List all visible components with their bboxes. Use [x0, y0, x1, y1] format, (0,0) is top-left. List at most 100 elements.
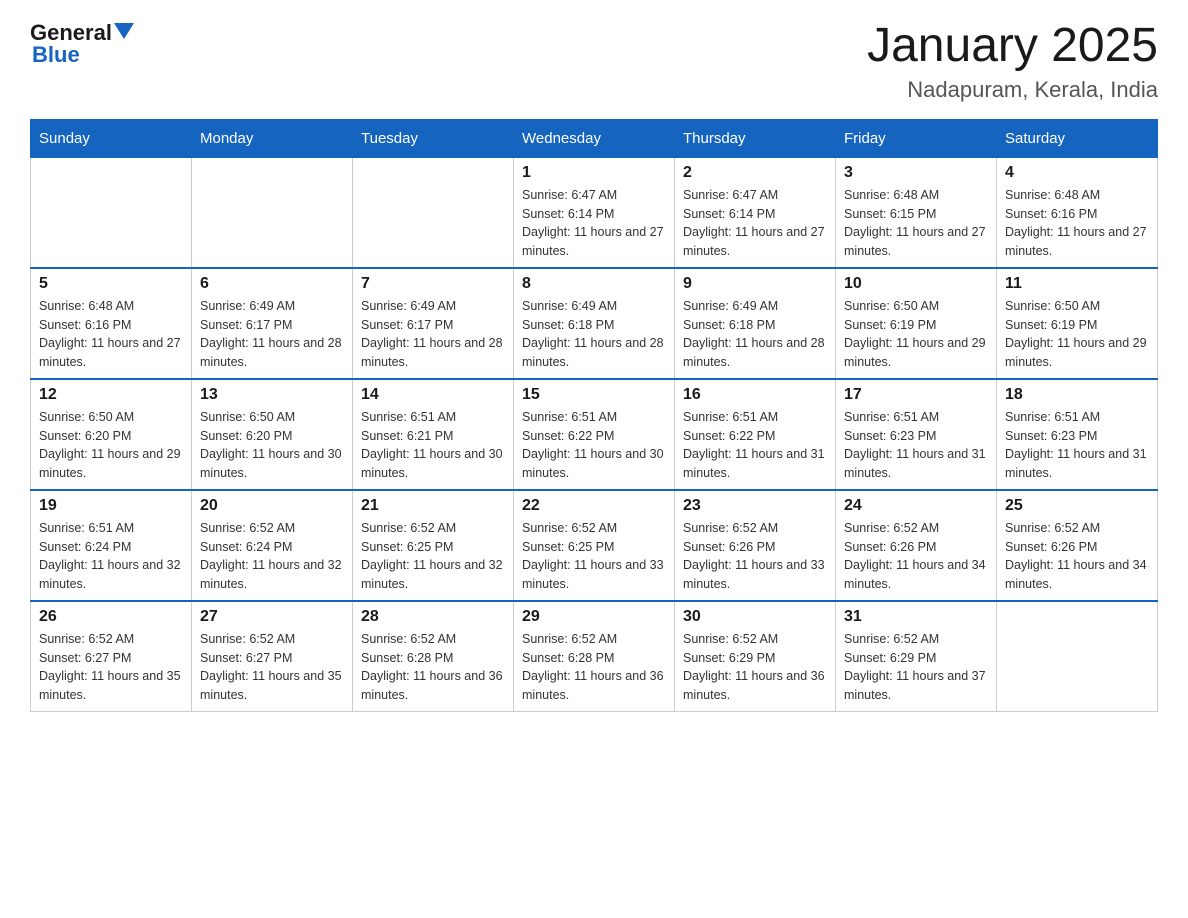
cell-info: Sunrise: 6:49 AMSunset: 6:17 PMDaylight:…: [361, 297, 505, 372]
cell-info: Sunrise: 6:50 AMSunset: 6:20 PMDaylight:…: [200, 408, 344, 483]
cell-info: Sunrise: 6:52 AMSunset: 6:27 PMDaylight:…: [200, 630, 344, 705]
table-row: [997, 601, 1158, 712]
cell-info: Sunrise: 6:49 AMSunset: 6:17 PMDaylight:…: [200, 297, 344, 372]
calendar-week-row: 5Sunrise: 6:48 AMSunset: 6:16 PMDaylight…: [31, 268, 1158, 379]
cell-day-number: 17: [844, 386, 988, 404]
calendar-table: Sunday Monday Tuesday Wednesday Thursday…: [30, 119, 1158, 712]
cell-day-number: 27: [200, 608, 344, 626]
table-row: 19 Sunrise: 6:51 AMSunset: 6:24 PMDayligh…: [31, 490, 192, 601]
cell-info: Sunrise: 6:47 AMSunset: 6:14 PMDaylight:…: [522, 186, 666, 261]
calendar-week-row: 1 Sunrise: 6:47 AMSunset: 6:14 PMDaylight…: [31, 157, 1158, 268]
cell-info: Sunrise: 6:51 AMSunset: 6:22 PMDaylight:…: [683, 408, 827, 483]
cell-day-number: 26: [39, 608, 183, 626]
col-sunday: Sunday: [31, 119, 192, 157]
cell-info: Sunrise: 6:51 AMSunset: 6:23 PMDaylight:…: [844, 408, 988, 483]
table-row: 6 Sunrise: 6:49 AMSunset: 6:17 PMDaylight…: [192, 268, 353, 379]
calendar-week-row: 19 Sunrise: 6:51 AMSunset: 6:24 PMDayligh…: [31, 490, 1158, 601]
cell-day-number: 19: [39, 497, 183, 515]
table-row: 30 Sunrise: 6:52 AMSunset: 6:29 PMDayligh…: [675, 601, 836, 712]
table-row: 10 Sunrise: 6:50 AMSunset: 6:19 PMDayligh…: [836, 268, 997, 379]
cell-info: Sunrise: 6:49 AMSunset: 6:18 PMDaylight:…: [522, 297, 666, 372]
cell-day-number: 1: [522, 164, 666, 182]
cell-info: Sunrise: 6:52 AMSunset: 6:29 PMDaylight:…: [844, 630, 988, 705]
table-row: 20Sunrise: 6:52 AMSunset: 6:24 PMDayligh…: [192, 490, 353, 601]
col-wednesday: Wednesday: [514, 119, 675, 157]
cell-day-number: 28: [361, 608, 505, 626]
table-row: 22 Sunrise: 6:52 AMSunset: 6:25 PMDayligh…: [514, 490, 675, 601]
cell-day-number: 7: [361, 275, 505, 293]
table-row: 24 Sunrise: 6:52 AMSunset: 6:26 PMDayligh…: [836, 490, 997, 601]
cell-info: Sunrise: 6:50 AMSunset: 6:19 PMDaylight:…: [844, 297, 988, 372]
cell-day-number: 16: [683, 386, 827, 404]
col-friday: Friday: [836, 119, 997, 157]
calendar-week-row: 12 Sunrise: 6:50 AMSunset: 6:20 PMDayligh…: [31, 379, 1158, 490]
cell-day-number: 20: [200, 497, 344, 515]
table-row: 15 Sunrise: 6:51 AMSunset: 6:22 PMDayligh…: [514, 379, 675, 490]
cell-day-number: 2: [683, 164, 827, 182]
cell-day-number: 15: [522, 386, 666, 404]
cell-info: Sunrise: 6:49 AMSunset: 6:18 PMDaylight:…: [683, 297, 827, 372]
cell-day-number: 30: [683, 608, 827, 626]
table-row: [31, 157, 192, 268]
cell-info: Sunrise: 6:52 AMSunset: 6:25 PMDaylight:…: [522, 519, 666, 594]
cell-info: Sunrise: 6:50 AMSunset: 6:19 PMDaylight:…: [1005, 297, 1149, 372]
table-row: 26 Sunrise: 6:52 AMSunset: 6:27 PMDayligh…: [31, 601, 192, 712]
cell-day-number: 9: [683, 275, 827, 293]
cell-info: Sunrise: 6:52 AMSunset: 6:26 PMDaylight:…: [1005, 519, 1149, 594]
cell-info: Sunrise: 6:52 AMSunset: 6:28 PMDaylight:…: [522, 630, 666, 705]
cell-info: Sunrise: 6:52 AMSunset: 6:28 PMDaylight:…: [361, 630, 505, 705]
table-row: 31Sunrise: 6:52 AMSunset: 6:29 PMDayligh…: [836, 601, 997, 712]
cell-info: Sunrise: 6:50 AMSunset: 6:20 PMDaylight:…: [39, 408, 183, 483]
cell-info: Sunrise: 6:52 AMSunset: 6:26 PMDaylight:…: [683, 519, 827, 594]
table-row: 2 Sunrise: 6:47 AMSunset: 6:14 PMDaylight…: [675, 157, 836, 268]
cell-info: Sunrise: 6:47 AMSunset: 6:14 PMDaylight:…: [683, 186, 827, 261]
table-row: 12 Sunrise: 6:50 AMSunset: 6:20 PMDayligh…: [31, 379, 192, 490]
cell-day-number: 22: [522, 497, 666, 515]
table-row: 8 Sunrise: 6:49 AMSunset: 6:18 PMDaylight…: [514, 268, 675, 379]
cell-day-number: 10: [844, 275, 988, 293]
table-row: 17 Sunrise: 6:51 AMSunset: 6:23 PMDayligh…: [836, 379, 997, 490]
cell-info: Sunrise: 6:48 AMSunset: 6:16 PMDaylight:…: [39, 297, 183, 372]
table-row: 4Sunrise: 6:48 AMSunset: 6:16 PMDaylight…: [997, 157, 1158, 268]
table-row: 29 Sunrise: 6:52 AMSunset: 6:28 PMDayligh…: [514, 601, 675, 712]
page-header: General Blue January 2025 Nadapuram, Ker…: [30, 20, 1158, 103]
cell-day-number: 24: [844, 497, 988, 515]
cell-day-number: 13: [200, 386, 344, 404]
calendar-week-row: 26 Sunrise: 6:52 AMSunset: 6:27 PMDayligh…: [31, 601, 1158, 712]
cell-day-number: 8: [522, 275, 666, 293]
table-row: [353, 157, 514, 268]
calendar-title: January 2025: [867, 20, 1158, 73]
table-row: 21Sunrise: 6:52 AMSunset: 6:25 PMDayligh…: [353, 490, 514, 601]
col-monday: Monday: [192, 119, 353, 157]
logo-blue-text: Blue: [32, 42, 134, 68]
cell-day-number: 18: [1005, 386, 1149, 404]
cell-info: Sunrise: 6:48 AMSunset: 6:15 PMDaylight:…: [844, 186, 988, 261]
cell-info: Sunrise: 6:51 AMSunset: 6:23 PMDaylight:…: [1005, 408, 1149, 483]
cell-info: Sunrise: 6:52 AMSunset: 6:25 PMDaylight:…: [361, 519, 505, 594]
table-row: 9 Sunrise: 6:49 AMSunset: 6:18 PMDaylight…: [675, 268, 836, 379]
table-row: 28 Sunrise: 6:52 AMSunset: 6:28 PMDayligh…: [353, 601, 514, 712]
cell-day-number: 11: [1005, 275, 1149, 293]
logo-triangle-icon: [114, 23, 134, 39]
col-tuesday: Tuesday: [353, 119, 514, 157]
table-row: 23Sunrise: 6:52 AMSunset: 6:26 PMDayligh…: [675, 490, 836, 601]
cell-day-number: 6: [200, 275, 344, 293]
cell-info: Sunrise: 6:52 AMSunset: 6:29 PMDaylight:…: [683, 630, 827, 705]
col-saturday: Saturday: [997, 119, 1158, 157]
cell-day-number: 14: [361, 386, 505, 404]
table-row: 11 Sunrise: 6:50 AMSunset: 6:19 PMDayligh…: [997, 268, 1158, 379]
cell-day-number: 29: [522, 608, 666, 626]
cell-day-number: 3: [844, 164, 988, 182]
table-row: 16 Sunrise: 6:51 AMSunset: 6:22 PMDayligh…: [675, 379, 836, 490]
calendar-subtitle: Nadapuram, Kerala, India: [867, 77, 1158, 103]
table-row: 14 Sunrise: 6:51 AMSunset: 6:21 PMDayligh…: [353, 379, 514, 490]
cell-day-number: 4: [1005, 164, 1149, 182]
cell-day-number: 12: [39, 386, 183, 404]
calendar-header-row: Sunday Monday Tuesday Wednesday Thursday…: [31, 119, 1158, 157]
cell-info: Sunrise: 6:52 AMSunset: 6:26 PMDaylight:…: [844, 519, 988, 594]
cell-info: Sunrise: 6:51 AMSunset: 6:24 PMDaylight:…: [39, 519, 183, 594]
cell-info: Sunrise: 6:51 AMSunset: 6:22 PMDaylight:…: [522, 408, 666, 483]
cell-info: Sunrise: 6:52 AMSunset: 6:27 PMDaylight:…: [39, 630, 183, 705]
cell-info: Sunrise: 6:51 AMSunset: 6:21 PMDaylight:…: [361, 408, 505, 483]
table-row: 3 Sunrise: 6:48 AMSunset: 6:15 PMDaylight…: [836, 157, 997, 268]
